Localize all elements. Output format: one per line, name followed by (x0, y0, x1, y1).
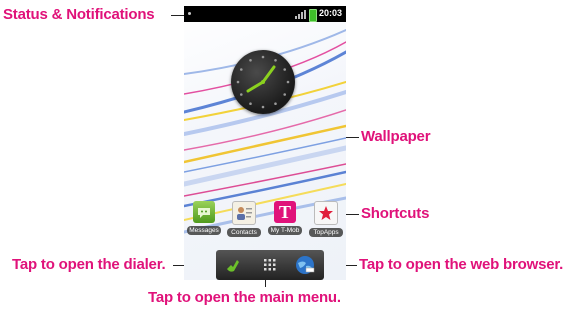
shortcut-label: TopApps (309, 228, 343, 237)
shortcut-label: My T-Mob (268, 226, 302, 235)
web-browser-button[interactable] (294, 254, 316, 276)
shortcut-my-tmobile[interactable]: T My T-Mob (268, 201, 302, 235)
contacts-icon (232, 201, 256, 225)
dock-bar (216, 250, 324, 280)
shortcut-contacts[interactable]: Contacts (227, 201, 261, 237)
callout-browser: Tap to open the web browser. (359, 256, 564, 273)
browser-icon (296, 256, 315, 274)
callout-status-notifications: Status & Notifications (3, 6, 155, 23)
callout-dialer: Tap to open the dialer. (12, 256, 166, 273)
app-drawer-icon (264, 259, 276, 271)
shortcut-topapps[interactable]: TopApps (309, 201, 343, 237)
shortcut-messages[interactable]: Messages (187, 201, 221, 235)
tmobile-icon: T (274, 201, 296, 223)
topapps-icon (314, 201, 338, 225)
phone-dialer-button[interactable] (222, 254, 244, 276)
signal-icon (295, 10, 306, 19)
shortcut-label: Messages (187, 226, 221, 235)
phone-icon (227, 260, 239, 272)
callout-shortcuts: Shortcuts (361, 205, 430, 222)
status-time: 20:03 (318, 8, 342, 18)
battery-icon (309, 9, 317, 22)
clock-face-icon (236, 55, 290, 109)
analog-clock-widget[interactable] (231, 50, 295, 114)
messages-icon (193, 201, 215, 223)
phone-home-screen: 20:03 Messages Contacts T My T-Mob TopAp… (184, 6, 346, 280)
shortcut-label: Contacts (227, 228, 261, 237)
callout-main-menu: Tap to open the main menu. (148, 289, 341, 306)
status-bar[interactable]: 20:03 (184, 6, 346, 22)
notification-icon (188, 12, 191, 15)
callout-wallpaper: Wallpaper (361, 128, 431, 145)
app-drawer-button[interactable] (259, 254, 281, 276)
tmobile-glyph: T (278, 202, 291, 222)
